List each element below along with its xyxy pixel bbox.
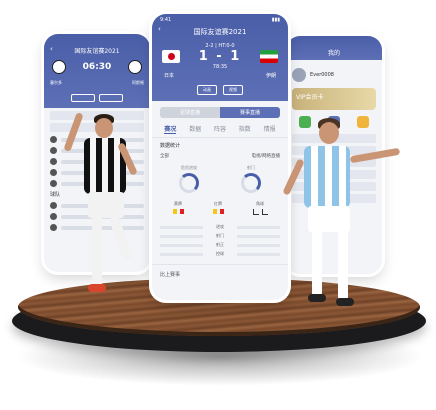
corner-icon [261, 209, 268, 215]
right-header: 我的 [286, 36, 382, 60]
center-titlebar: ‹ 国际友谊赛2021 [152, 23, 288, 39]
center-header: 9:41 ▮▮▮ ‹ 国际友谊赛2021 2-2 | HT:0-0 1 - 1 … [152, 14, 288, 101]
vip-card[interactable]: VIP会员卡 [292, 88, 376, 110]
team-home: 日本 [164, 73, 175, 79]
segment-control: 足球直播 赛事直播 [160, 107, 280, 118]
avatar [50, 213, 57, 220]
segment-live[interactable]: 足球直播 [160, 107, 220, 118]
ring-right-label: 射门 [247, 165, 255, 170]
japan-flag-icon [162, 50, 180, 63]
corner-col: 角球 [252, 201, 268, 215]
stat-row: 射正 [160, 242, 280, 248]
stat-rings: 危险进攻 射门 [152, 161, 288, 197]
center-title: 国际友谊赛2021 [193, 28, 247, 36]
bottom-link[interactable]: 比上赛事 [152, 264, 288, 284]
ring-right: 射门 [241, 165, 261, 193]
stat-row: 射门 [160, 233, 280, 239]
avatar [50, 180, 57, 187]
right-status-bar [286, 36, 382, 45]
avatar [50, 224, 57, 231]
media-tabs: 动画 视频 [152, 83, 288, 101]
card-stats: 黄牌 红牌 角球 [152, 197, 288, 217]
player-left-figure [60, 112, 150, 312]
stat-name: 射门 [216, 233, 224, 238]
red-card-label: 红牌 [214, 201, 222, 206]
left-header: ‹ 国际友谊赛2021 06:30 塞尔多 阿斯顿 [44, 34, 150, 108]
score-block: 2-2 | HT:0-0 1 - 1 78:35 [199, 43, 242, 70]
left-titlebar: ‹ 国际友谊赛2021 [44, 43, 150, 58]
stats-filters: 全部 电视/网络直播 [152, 151, 288, 161]
left-score-row: 06:30 [44, 58, 150, 80]
left-mini-tabs [44, 90, 150, 108]
filter-left-dropdown[interactable]: 全部 [160, 153, 169, 159]
avatar [50, 158, 57, 165]
detail-tabs: 赛况 数据 阵容 指数 情报 [152, 122, 288, 138]
ring-right-chart [241, 173, 261, 193]
back-icon[interactable]: ‹ [50, 45, 53, 53]
away-crest-icon [128, 60, 142, 74]
corner-label: 角球 [256, 201, 264, 206]
right-title: 我的 [327, 50, 340, 57]
profile-avatar [292, 68, 306, 82]
tab-lineup[interactable]: 阵容 [214, 124, 226, 134]
match-score: 1 - 1 [198, 49, 242, 64]
stats-section-title: 数据统计 [160, 143, 181, 149]
match-minute: 78:35 [212, 64, 228, 70]
red-card-col: 红牌 [212, 201, 224, 215]
player-right-figure [282, 118, 410, 318]
avatar [50, 147, 57, 154]
stat-name: 进攻 [216, 224, 224, 229]
ring-left-chart [179, 173, 199, 193]
stat-row: 进攻 [160, 224, 280, 230]
vip-card-title: VIP会员卡 [296, 94, 324, 101]
yellow-card-label: 黄牌 [174, 201, 182, 206]
tab-overview[interactable]: 赛况 [164, 124, 177, 134]
avatar [50, 202, 57, 209]
avatar [50, 136, 57, 143]
segment-events[interactable]: 赛事直播 [220, 107, 280, 118]
phone-center: 9:41 ▮▮▮ ‹ 国际友谊赛2021 2-2 | HT:0-0 1 - 1 … [152, 14, 288, 300]
red-card-icon [219, 209, 224, 214]
tab-data[interactable]: 数据 [189, 124, 201, 134]
match-score-row: 2-2 | HT:0-0 1 - 1 78:35 [152, 39, 288, 72]
left-team-home: 塞尔多 [50, 80, 62, 85]
yellow-card-icon [212, 209, 217, 214]
animation-tab[interactable]: 动画 [197, 85, 217, 95]
avatar [50, 169, 57, 176]
left-mini-tab-2[interactable] [99, 94, 123, 102]
profile-row[interactable]: Ever0008 [292, 68, 376, 82]
ring-left-label: 危险进攻 [181, 165, 197, 170]
promo-scene: ‹ 国际友谊赛2021 06:30 塞尔多 阿斯顿 球队 我的 Ever0008… [0, 0, 436, 410]
ring-left: 危险进攻 [179, 165, 199, 193]
corner-icon [252, 209, 259, 215]
center-status-bar: 9:41 ▮▮▮ [152, 14, 288, 23]
stat-name: 射正 [216, 242, 224, 247]
home-crest-icon [52, 60, 66, 74]
back-icon[interactable]: ‹ [158, 25, 161, 33]
tab-info[interactable]: 情报 [264, 124, 276, 134]
left-team-away: 阿斯顿 [132, 80, 144, 85]
yellow-card-col: 黄牌 [172, 201, 184, 215]
video-tab[interactable]: 视频 [223, 85, 243, 95]
filter-right-dropdown[interactable]: 电视/网络直播 [251, 153, 280, 159]
team-away: 伊朗 [265, 73, 276, 79]
stat-name: 控球 [216, 251, 224, 256]
stat-row: 控球 [160, 251, 280, 257]
team-names: 日本 伊朗 [152, 72, 288, 83]
yellow-card-icon [172, 209, 177, 214]
red-card-icon [179, 209, 184, 214]
left-match-time: 06:30 [82, 62, 112, 72]
left-status-bar [44, 34, 150, 43]
iran-flag-icon [259, 50, 278, 63]
right-titlebar: 我的 [286, 45, 382, 60]
left-team-names: 塞尔多 阿斯顿 [44, 80, 150, 90]
tab-odds[interactable]: 指数 [239, 124, 251, 134]
profile-username: Ever0008 [310, 72, 334, 78]
stat-bars: 进攻 射门 射正 控球 [152, 217, 288, 264]
left-mini-tab-1[interactable] [71, 94, 95, 102]
left-title: 国际友谊赛2021 [74, 48, 120, 55]
